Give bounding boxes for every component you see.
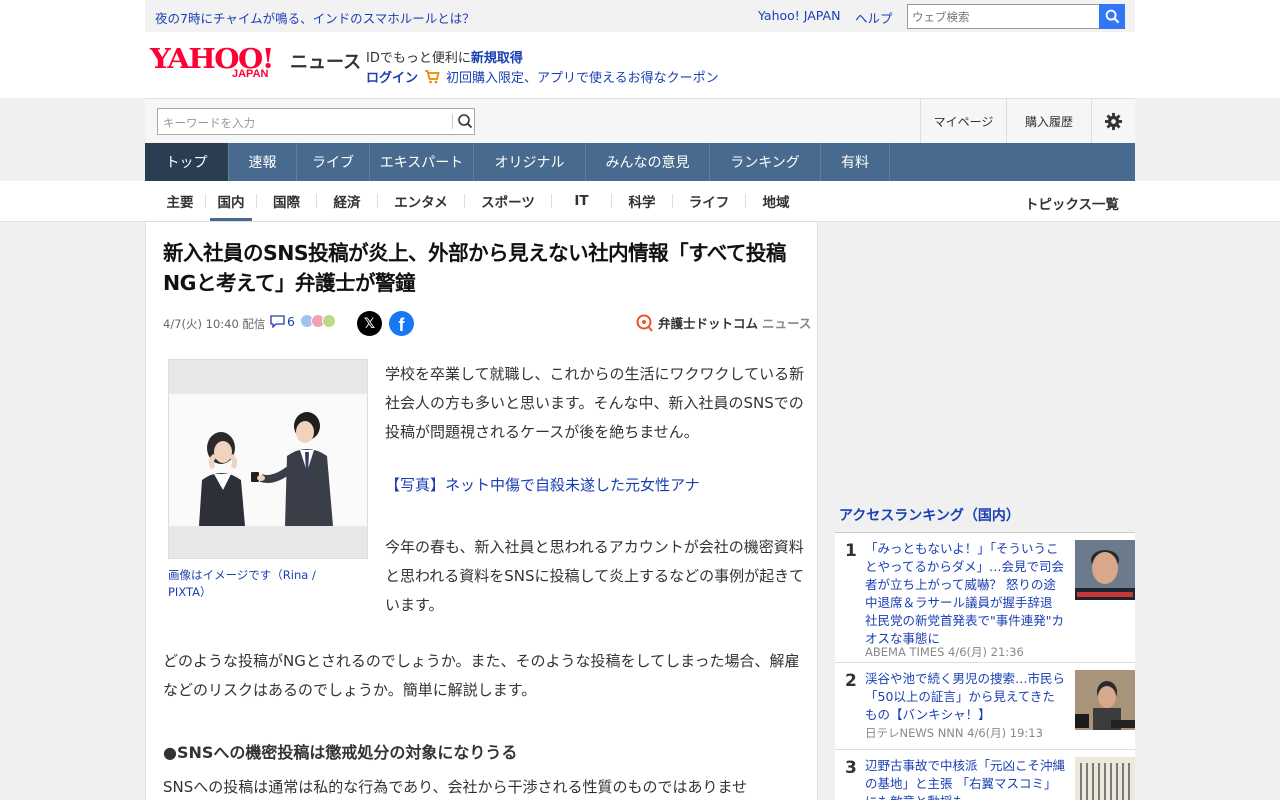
nav-opinions[interactable]: みんなの意見 bbox=[586, 143, 710, 181]
category-it[interactable]: IT bbox=[552, 181, 611, 221]
article-paragraph: 今年の春も、新入社員と思われるアカウントが会社の機密資料と思われる資料をSNSに… bbox=[385, 538, 805, 614]
ranking-item[interactable]: 1 「みっともないよ！」「そういうことやってるからダメ」…会見で司会者が立ち上が… bbox=[835, 533, 1135, 663]
source-name: 弁護士ドットコム bbox=[658, 316, 759, 331]
category-label: ライフ bbox=[688, 195, 730, 211]
news-logo-text[interactable]: ニュース bbox=[290, 48, 361, 74]
search-icon[interactable] bbox=[450, 113, 476, 130]
id-promo: IDでもっと便利に新規取得 bbox=[366, 47, 523, 66]
nav-top[interactable]: トップ bbox=[145, 143, 229, 181]
reaction-icon bbox=[322, 314, 336, 328]
ranking-headline[interactable]: 渓谷や池で続く男児の捜索…市民ら「50以上の証言」から見えてきたもの【バンキシャ… bbox=[865, 670, 1065, 724]
top-bar: 夜の7時にチャイムが鳴る、インドのスマホルールとは？ Yahoo! JAPAN … bbox=[145, 0, 1135, 32]
category-sports[interactable]: スポーツ bbox=[465, 181, 551, 221]
x-share-icon[interactable]: 𝕏 bbox=[357, 311, 382, 336]
article-paragraph: どのような投稿がNGとされるのでしょうか。また、そのような投稿をしてしまった場合… bbox=[163, 652, 800, 699]
photo-image bbox=[169, 394, 367, 526]
ranking-title[interactable]: アクセスランキング（国内） bbox=[835, 500, 1135, 533]
nav-breaking[interactable]: 速報 bbox=[229, 143, 297, 181]
nav-expert[interactable]: エキスパート bbox=[370, 143, 474, 181]
ranking-source: 日テレNEWS NNN 4/6(月) 19:13 bbox=[865, 726, 1043, 740]
article-headline: 新入社員のSNS投稿が炎上、外部から見えない社内情報「すべて投稿NGと考えて」弁… bbox=[163, 241, 786, 295]
publish-date: 4/7(火) 10:40 配信 bbox=[163, 317, 266, 331]
ranking-thumbnail[interactable] bbox=[1075, 540, 1135, 600]
ranking-thumbnail[interactable] bbox=[1075, 757, 1135, 800]
category-label: 科学 bbox=[628, 195, 656, 211]
category-economy[interactable]: 経済 bbox=[317, 181, 377, 221]
nav-live[interactable]: ライブ bbox=[297, 143, 370, 181]
ranking-headline[interactable]: 辺野古事故で中核派「元凶こそ沖縄の基地」と主張 「右翼マスコミ」にも敵意と動揺も bbox=[865, 757, 1065, 800]
access-ranking: アクセスランキング（国内） 1 「みっともないよ！」「そういうことやってるからダ… bbox=[835, 500, 1135, 800]
promo-link[interactable]: 夜の7時にチャイムが鳴る、インドのスマホルールとは？ bbox=[155, 8, 475, 27]
cart-icon bbox=[425, 69, 440, 83]
category-label: IT bbox=[574, 193, 589, 209]
category-label: エンタメ bbox=[394, 195, 448, 211]
web-search-input[interactable] bbox=[907, 4, 1100, 29]
category-label: 国際 bbox=[273, 195, 300, 211]
facebook-share-icon[interactable]: f bbox=[389, 311, 414, 336]
category-life[interactable]: ライフ bbox=[673, 181, 745, 221]
category-entertainment[interactable]: エンタメ bbox=[378, 181, 464, 221]
id-promo-text: IDでもっと便利に bbox=[366, 51, 471, 66]
article: 新入社員のSNS投稿が炎上、外部から見えない社内情報「すべて投稿NGと考えて」弁… bbox=[145, 222, 818, 800]
ranking-headline[interactable]: 「みっともないよ！」「そういうことやってるからダメ」…会見で司会者が立ち上がって… bbox=[865, 540, 1065, 648]
active-indicator bbox=[210, 218, 252, 221]
category-international[interactable]: 国際 bbox=[257, 181, 316, 221]
nav-ranking[interactable]: ランキング bbox=[710, 143, 821, 181]
ranking-thumbnail[interactable] bbox=[1075, 670, 1135, 730]
reaction-faces[interactable] bbox=[300, 314, 336, 328]
ranking-source: ABEMA TIMES 4/6(月) 21:36 bbox=[865, 645, 1024, 659]
category-nav: 主要 国内 国際 経済 エンタメ スポーツ IT 科学 ライフ 地域 トピックス… bbox=[145, 181, 1135, 221]
keyword-placeholder: キーワードを入力 bbox=[163, 116, 255, 130]
article-subheading: ●SNSへの機密投稿は懲戒処分の対象になりうる bbox=[163, 743, 518, 762]
ranking-item[interactable]: 3 辺野古事故で中核派「元凶こそ沖縄の基地」と主張 「右翼マスコミ」にも敵意と動… bbox=[835, 750, 1135, 800]
comments-link[interactable]: 6 bbox=[270, 314, 295, 329]
comment-count: 6 bbox=[287, 314, 295, 329]
nav-original[interactable]: オリジナル bbox=[474, 143, 586, 181]
rank-number: 3 bbox=[845, 758, 857, 778]
rank-number: 2 bbox=[845, 671, 857, 691]
category-label: 経済 bbox=[333, 195, 361, 211]
source-news: ニュース bbox=[762, 316, 812, 331]
category-science[interactable]: 科学 bbox=[612, 181, 672, 221]
category-label: 地域 bbox=[762, 195, 790, 211]
purchase-history-button[interactable]: 購入履歴 bbox=[1006, 99, 1091, 143]
gear-icon bbox=[1104, 112, 1123, 130]
category-major[interactable]: 主要 bbox=[155, 181, 205, 221]
category-label: スポーツ bbox=[481, 195, 535, 211]
category-label: 国内 bbox=[217, 195, 245, 211]
topics-list-link[interactable]: トピックス一覧 bbox=[1025, 193, 1119, 213]
source-logo[interactable]: 弁護士ドットコム ニュース bbox=[636, 313, 811, 332]
yahoo-logo[interactable]: YAHOO! JAPAN bbox=[150, 44, 275, 80]
category-label: 主要 bbox=[166, 195, 194, 211]
photo-caption[interactable]: 画像はイメージです（Rina / PIXTA） bbox=[168, 567, 333, 601]
category-domestic[interactable]: 国内 bbox=[206, 181, 256, 221]
account-buttons: マイページ 購入履歴 bbox=[920, 99, 1135, 143]
coupon-link[interactable]: 初回購入限定、アプリで使えるお得なクーポン bbox=[446, 67, 719, 86]
help-link[interactable]: ヘルプ bbox=[855, 8, 893, 27]
main-nav: トップ 速報 ライブ エキスパート オリジナル みんなの意見 ランキング 有料 bbox=[145, 143, 1135, 181]
login-link[interactable]: ログイン bbox=[366, 67, 418, 86]
logo-japan-text: JAPAN bbox=[232, 68, 269, 80]
category-local[interactable]: 地域 bbox=[746, 181, 806, 221]
search-row: キーワードを入力 マイページ 購入履歴 bbox=[145, 98, 1135, 143]
search-icon bbox=[1105, 9, 1119, 24]
rank-number: 1 bbox=[845, 541, 857, 561]
related-photo-link[interactable]: 【写真】ネット中傷で自殺未遂した元女性アナ bbox=[385, 474, 700, 495]
keyword-search-field[interactable]: キーワードを入力 bbox=[157, 108, 475, 135]
web-search-button[interactable] bbox=[1099, 4, 1125, 29]
mypage-button[interactable]: マイページ bbox=[920, 99, 1006, 143]
yahoo-japan-link[interactable]: Yahoo! JAPAN bbox=[758, 8, 840, 23]
comment-icon bbox=[270, 315, 285, 328]
bengoshi-logo-icon bbox=[636, 314, 653, 332]
article-paragraph: 学校を卒業して就職し、これからの生活にワクワクしている新社会人の方も多いと思いま… bbox=[385, 365, 805, 441]
nav-paid[interactable]: 有料 bbox=[821, 143, 890, 181]
ranking-item[interactable]: 2 渓谷や池で続く男児の捜索…市民ら「50以上の証言」から見えてきたもの【バンキ… bbox=[835, 663, 1135, 750]
settings-button[interactable] bbox=[1091, 99, 1135, 143]
article-photo[interactable] bbox=[168, 359, 368, 559]
login-row: ログイン 初回購入限定、アプリで使えるお得なクーポン bbox=[366, 67, 719, 86]
article-paragraph: SNSへの投稿は通常は私的な行為であり、会社から干渉される性質のものではありませ bbox=[163, 778, 748, 796]
signup-link[interactable]: 新規取得 bbox=[471, 51, 523, 66]
